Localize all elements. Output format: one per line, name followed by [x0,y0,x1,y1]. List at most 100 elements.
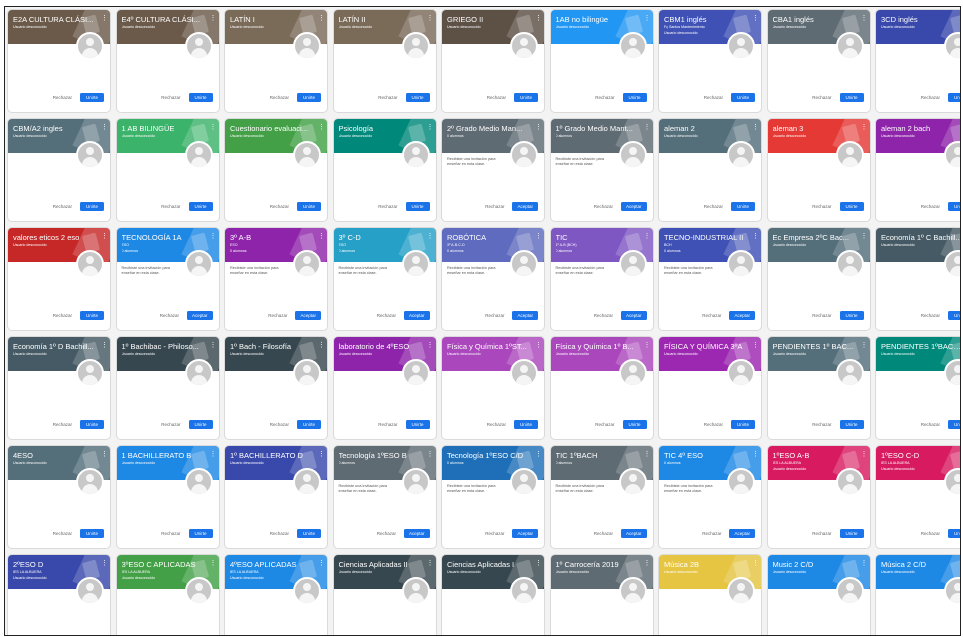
reject-button[interactable]: Rechazar [270,422,289,427]
reject-button[interactable]: Rechazar [704,204,723,209]
class-card[interactable]: aleman 2 bach Usuario desconocido ⋮ Rech… [875,118,960,222]
join-button[interactable]: Unirte [405,420,430,429]
class-title[interactable]: aleman 2 bach [881,124,960,133]
class-title[interactable]: Tecnología 1ºESO C/D [447,451,530,460]
class-title[interactable]: 2º Grado Medio Man... [447,124,530,133]
reject-button[interactable]: Rechazar [161,204,180,209]
more-options-icon[interactable]: ⋮ [101,123,108,133]
accept-button[interactable]: Aceptar [403,529,430,538]
class-card[interactable]: 3ºESO C APLICADAS IES LA ALBUERA Usuario… [115,554,220,635]
join-button[interactable]: Unirte [731,93,755,102]
join-button[interactable]: Unirte [622,93,647,102]
class-card[interactable]: 2ºESO D IES LA ALBUERA Usuario desconoci… [7,554,111,635]
class-title[interactable]: 3º A-B [230,233,313,242]
more-options-icon[interactable]: ⋮ [101,232,108,242]
reject-button[interactable]: Rechazar [377,531,396,536]
class-title[interactable]: Cuestionario evaluaci... [230,124,313,133]
class-card[interactable]: 1º Bach - Filosofía Usuario desconocido … [224,336,328,440]
class-card[interactable]: 3º C-D ESO 0 alumnos ⋮ Recibiste una inv… [332,227,437,331]
class-card[interactable]: TIC 4º ESO 0 alumnos ⋮ Recibiste una inv… [658,445,762,549]
class-title[interactable]: 1º Bachibac - Philoso... [122,342,205,351]
reject-button[interactable]: Rechazar [53,204,72,209]
reject-button[interactable]: Rechazar [485,313,504,318]
class-title[interactable]: valores eticos 2 eso [13,233,96,242]
class-title[interactable]: 1º Grado Medio Mant... [556,124,639,133]
reject-button[interactable]: Rechazar [161,95,180,100]
more-options-icon[interactable]: ⋮ [210,232,217,242]
class-card[interactable]: 1 BACHILLERATO B Usuario desconocido ⋮ R… [115,445,220,549]
reject-button[interactable]: Rechazar [378,204,397,209]
more-options-icon[interactable]: ⋮ [644,14,651,24]
class-title[interactable]: 3CD inglés [881,15,960,24]
class-title[interactable]: 1ºESO C-D [881,451,960,460]
class-card[interactable]: Música 2 C/D Usuario desconocido ⋮ Recha… [875,554,960,635]
class-card[interactable]: Ciencias Aplicadas II Usuario desconocid… [332,554,437,635]
join-button[interactable]: Unirte [839,420,864,429]
class-card[interactable]: aleman 3 Usuario desconocido ⋮ Rechazar … [766,118,871,222]
class-card[interactable]: Tecnología 1ºESO B 0 alumnos ⋮ Recibiste… [332,445,437,549]
class-title[interactable]: Ec Empresa 2ºC Bac... [773,233,856,242]
class-card[interactable]: TIC 1ºBACH 0 alumnos ⋮ Recibiste una inv… [549,445,654,549]
reject-button[interactable]: Rechazar [595,422,614,427]
reject-button[interactable]: Rechazar [594,531,613,536]
more-options-icon[interactable]: ⋮ [427,123,434,133]
reject-button[interactable]: Rechazar [53,313,72,318]
class-card[interactable]: GRIEGO II Usuario desconocido ⋮ Rechazar… [441,9,545,113]
more-options-icon[interactable]: ⋮ [535,232,542,242]
join-button[interactable]: Unirte [188,420,213,429]
class-title[interactable]: 1AB no bilingüe [556,15,639,24]
class-card[interactable]: CBA1 inglés Usuario desconocido ⋮ Rechaz… [766,9,871,113]
class-card[interactable]: 3CD inglés Usuario desconocido ⋮ Rechaza… [875,9,960,113]
more-options-icon[interactable]: ⋮ [861,341,868,351]
join-button[interactable]: Unirte [188,202,213,211]
accept-button[interactable]: Aceptar [620,202,647,211]
more-options-icon[interactable]: ⋮ [861,14,868,24]
join-button[interactable]: Unirte [297,202,321,211]
join-button[interactable]: Unirte [839,311,864,320]
reject-button[interactable]: Rechazar [921,531,940,536]
accept-button[interactable]: Aceptar [729,529,755,538]
reject-button[interactable]: Rechazar [704,422,723,427]
more-options-icon[interactable]: ⋮ [752,450,759,460]
class-title[interactable]: CBM/A2 ingles [13,124,96,133]
class-title[interactable]: Tecnología 1ºESO B [339,451,422,460]
more-options-icon[interactable]: ⋮ [210,14,217,24]
class-title[interactable]: Música 2 C/D [881,560,960,569]
join-button[interactable]: Unirte [622,420,647,429]
class-title[interactable]: E2A CULTURA CLÁSI... [13,15,96,24]
join-button[interactable]: Unirte [731,202,755,211]
more-options-icon[interactable]: ⋮ [427,559,434,569]
reject-button[interactable]: Rechazar [921,313,940,318]
class-title[interactable]: 4ESO [13,451,96,460]
reject-button[interactable]: Rechazar [270,204,289,209]
accept-button[interactable]: Aceptar [295,311,321,320]
class-card[interactable]: ROBÓTICA 3º A-B-C-D 0 alumnos ⋮ Recibist… [441,227,545,331]
class-title[interactable]: FÍSICA Y QUÍMICA 3ºA [664,342,747,351]
class-card[interactable]: laboratorio de 4ºESO Usuario desconocido… [332,336,437,440]
class-title[interactable]: Economía 1º C Bachill... [881,233,960,242]
more-options-icon[interactable]: ⋮ [861,123,868,133]
class-title[interactable]: 3º C-D [339,233,422,242]
class-card[interactable]: valores eticos 2 eso Usuario desconocido… [7,227,111,331]
join-button[interactable]: Unirte [514,93,538,102]
class-title[interactable]: E4º CULTURA CLÁSI... [122,15,205,24]
reject-button[interactable]: Rechazar [921,422,940,427]
class-card[interactable]: 1º Grado Medio Mant... 0 alumnos ⋮ Recib… [549,118,654,222]
join-button[interactable]: Unirte [188,529,213,538]
more-options-icon[interactable]: ⋮ [427,14,434,24]
class-title[interactable]: Economía 1º D Bachill... [13,342,96,351]
more-options-icon[interactable]: ⋮ [535,559,542,569]
reject-button[interactable]: Rechazar [702,531,721,536]
more-options-icon[interactable]: ⋮ [318,450,325,460]
reject-button[interactable]: Rechazar [487,95,506,100]
more-options-icon[interactable]: ⋮ [318,559,325,569]
accept-button[interactable]: Aceptar [512,311,538,320]
class-title[interactable]: CBM1 inglés [664,15,747,24]
reject-button[interactable]: Rechazar [270,95,289,100]
reject-button[interactable]: Rechazar [812,313,831,318]
class-title[interactable]: laboratorio de 4ºESO [339,342,422,351]
class-card[interactable]: CBM1 inglés Fç Santos Mantenimiento Usua… [658,9,762,113]
class-card[interactable]: LATÍN I Usuario desconocido ⋮ Rechazar U… [224,9,328,113]
class-title[interactable]: Music 2 C/D [773,560,856,569]
more-options-icon[interactable]: ⋮ [427,232,434,242]
